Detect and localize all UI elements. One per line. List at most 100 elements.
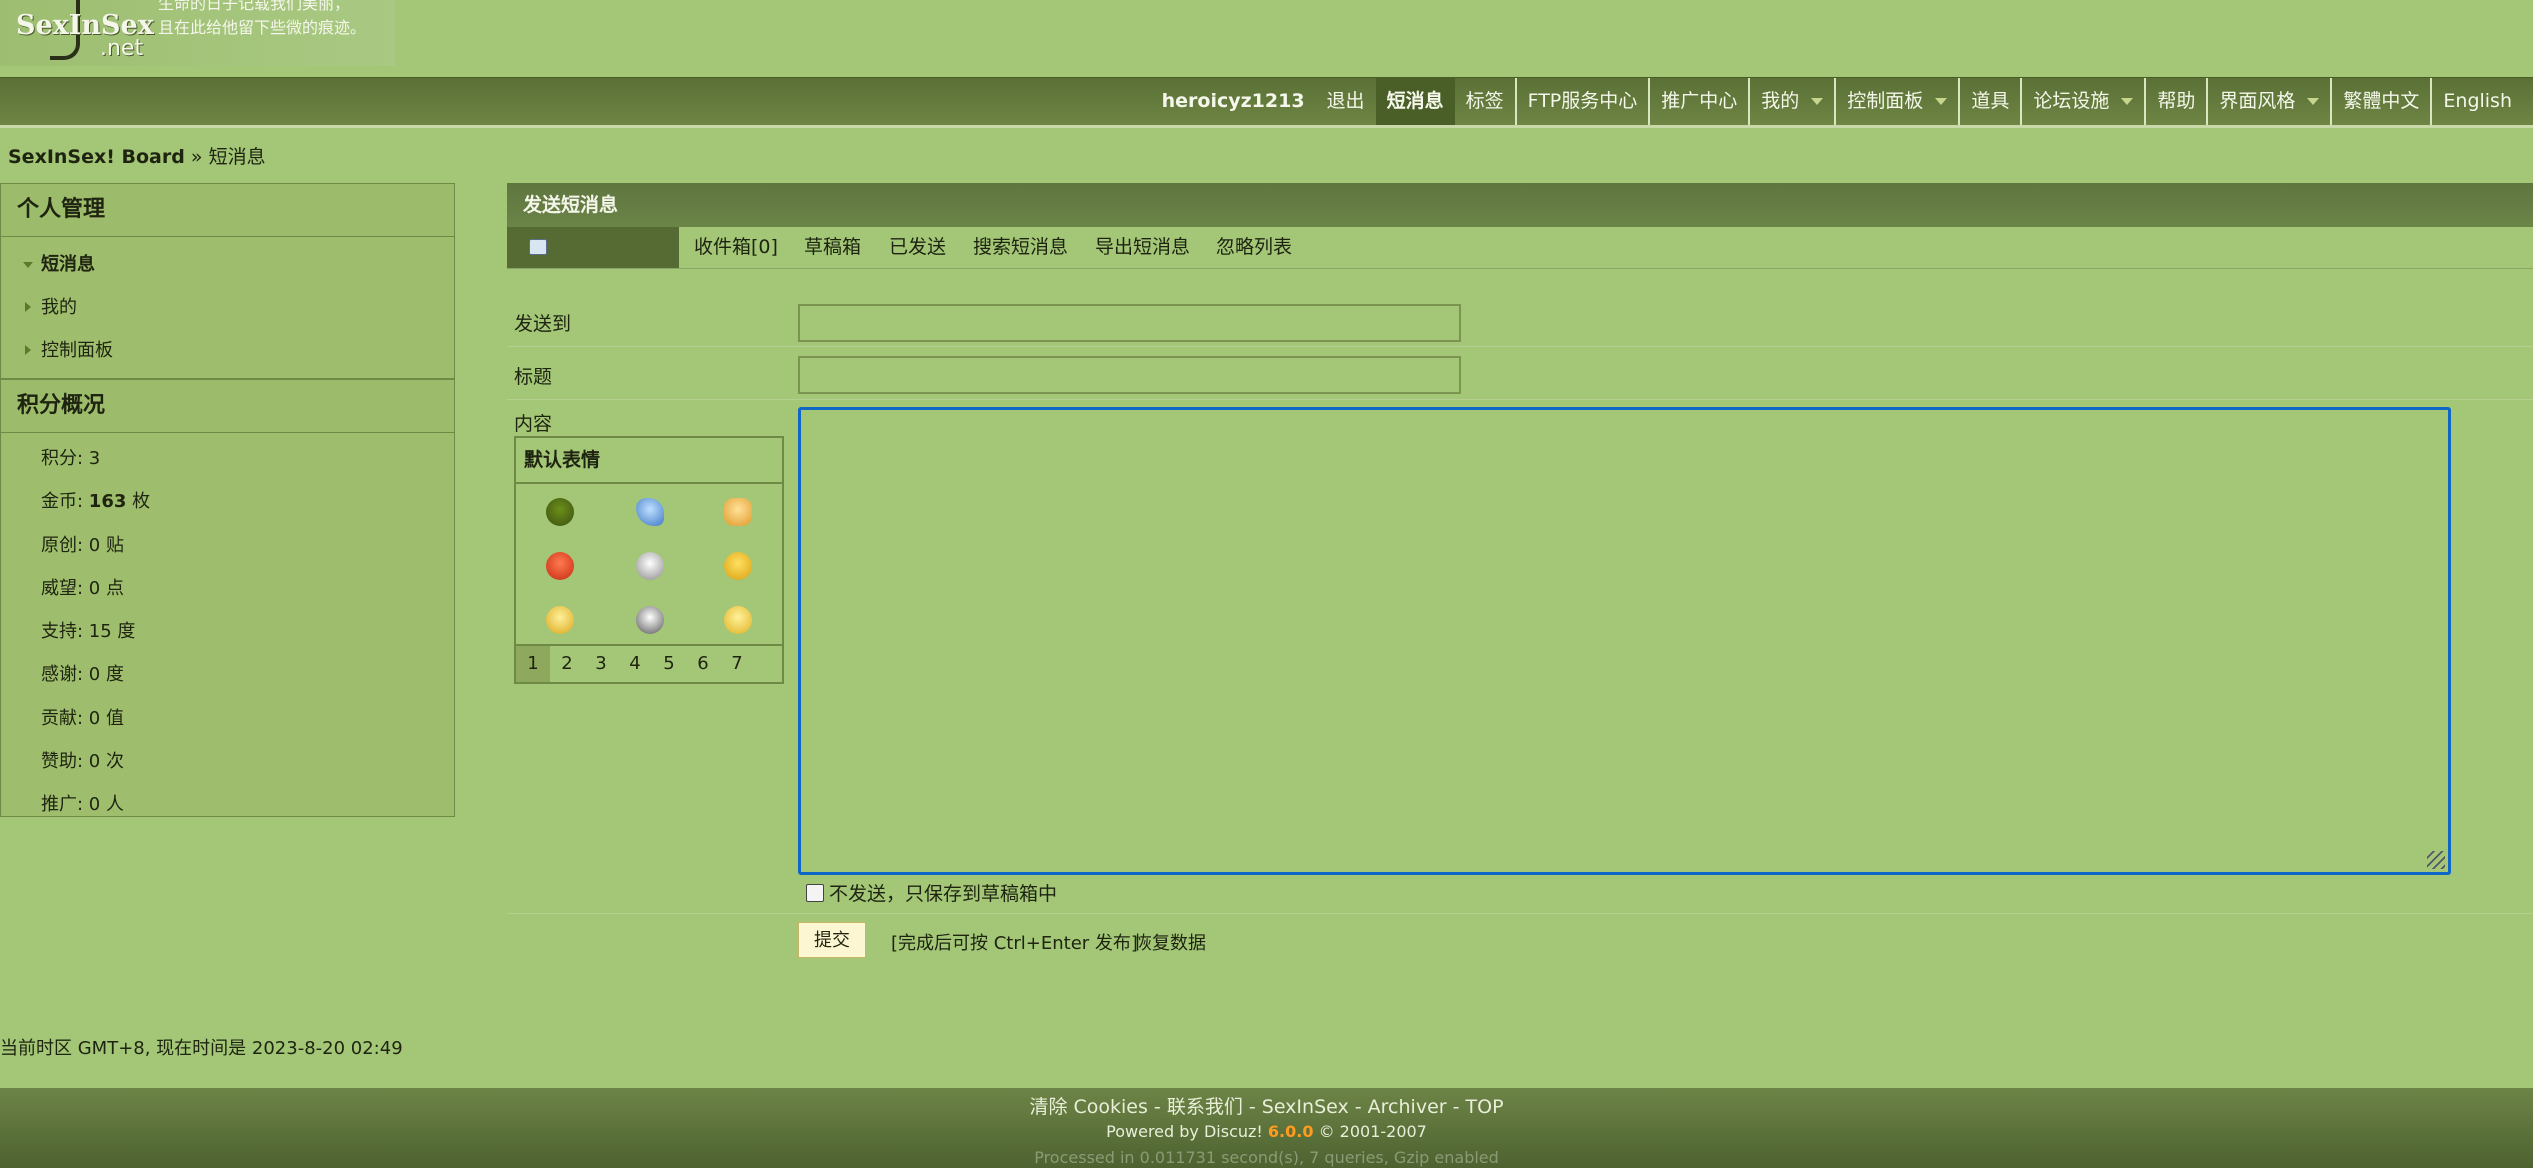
- chevron-down-icon: [1811, 98, 1824, 105]
- logo-slogan: 生命的日子记载我们美丽， 且在此给他留下些微的痕迹。: [158, 0, 366, 40]
- footer-powered: Powered by Discuz! 6.0.0 © 2001-2007: [0, 1122, 2533, 1141]
- nav-tags[interactable]: 标签: [1455, 78, 1515, 125]
- nav-tools[interactable]: 道具: [1958, 78, 2020, 125]
- arrow-down-icon: [23, 262, 33, 268]
- smilies-page-1[interactable]: 1: [516, 646, 550, 682]
- tab-inbox[interactable]: 收件箱[0]: [694, 227, 778, 268]
- stat-prestige: 威望: 0 点: [41, 577, 124, 599]
- envelope-icon: [529, 239, 547, 255]
- subject-input[interactable]: [798, 356, 1461, 394]
- stat-promotion: 推广: 0 人: [41, 794, 124, 816]
- top-navigation: heroicyz1213 退出 短消息 标签 FTP服务中心 推广中心 我的 控…: [0, 77, 2533, 128]
- tab-sent[interactable]: 已发送: [889, 227, 946, 268]
- stat-original: 原创: 0 贴: [41, 534, 124, 556]
- chevron-down-icon: [2121, 98, 2134, 105]
- chevron-down-icon: [2307, 98, 2320, 105]
- send-to-row: 发送到: [507, 295, 2533, 347]
- save-draft-checkbox[interactable]: [806, 883, 824, 902]
- nav-help[interactable]: 帮助: [2144, 78, 2206, 125]
- footer-processed: Processed in 0.011731 second(s), 7 queri…: [1034, 1148, 1499, 1167]
- timezone-info: 当前时区 GMT+8, 现在时间是 2023-8-20 02:49: [0, 1038, 403, 1059]
- stats-title: 积分概况: [1, 378, 454, 433]
- tab-ignore-list[interactable]: 忽略列表: [1216, 227, 1292, 268]
- subject-label: 标题: [514, 366, 553, 388]
- footer-links[interactable]: 清除 Cookies - 联系我们 - SexInSex - Archiver …: [0, 1092, 2533, 1119]
- nav-ftp[interactable]: FTP服务中心: [1514, 78, 1649, 125]
- nav-control-panel[interactable]: 控制面板: [1834, 78, 1958, 125]
- smilies-page-3[interactable]: 3: [584, 646, 618, 682]
- content-label: 内容: [514, 413, 553, 435]
- resize-grip-icon[interactable]: [2427, 851, 2445, 869]
- sidebar-item-messages[interactable]: 短消息: [1, 243, 454, 286]
- nav-logout[interactable]: 退出: [1316, 78, 1376, 125]
- sidebar-item-my[interactable]: 我的: [1, 286, 454, 329]
- submit-button[interactable]: 提交: [798, 922, 866, 958]
- site-logo[interactable]: SexInSex .net 生命的日子记载我们美丽， 且在此给他留下些微的痕迹。: [0, 0, 395, 66]
- nav-english[interactable]: English: [2430, 78, 2523, 125]
- breadcrumb-separator: »: [190, 146, 203, 168]
- submit-hint: [完成后可按 Ctrl+Enter 发布]: [891, 933, 1138, 954]
- sidebar-item-label: 我的: [41, 297, 77, 318]
- sidebar: 个人管理 短消息 我的 控制面板 积分概况 积分: 3 金币: 163 枚 原创…: [0, 183, 455, 817]
- breadcrumb-home[interactable]: SexInSex! Board: [8, 146, 185, 168]
- save-draft-option: 不发送，只保存到草稿箱中: [806, 879, 1057, 906]
- smilies-page-7[interactable]: 7: [720, 646, 754, 682]
- smiley-soldier-icon[interactable]: [546, 498, 574, 526]
- smiley-music-icon[interactable]: [636, 498, 664, 526]
- breadcrumb: SexInSex! Board » 短消息: [8, 142, 266, 169]
- stat-thanks: 感谢: 0 度: [41, 664, 124, 686]
- nav-traditional-chinese[interactable]: 繁體中文: [2330, 78, 2430, 125]
- save-draft-label: 不发送，只保存到草稿箱中: [829, 883, 1058, 905]
- smilies-page-6[interactable]: 6: [686, 646, 720, 682]
- nav-my[interactable]: 我的: [1748, 78, 1834, 125]
- footer-version: 6.0.0: [1267, 1122, 1314, 1141]
- footer-powered-prefix: Powered by Discuz!: [1106, 1122, 1263, 1141]
- message-content-textarea[interactable]: [798, 407, 2451, 875]
- smiley-smug-icon[interactable]: [724, 606, 752, 634]
- tab-compose[interactable]: [507, 227, 679, 268]
- sidebar-item-control-panel[interactable]: 控制面板: [1, 329, 454, 372]
- sidebar-menu: 短消息 我的 控制面板: [1, 237, 454, 378]
- footer: 清除 Cookies - 联系我们 - SexInSex - Archiver …: [0, 1088, 2533, 1168]
- arrow-right-icon: [25, 302, 31, 312]
- smiley-angry-icon[interactable]: [546, 552, 574, 580]
- nav-promotion[interactable]: 推广中心: [1648, 78, 1748, 125]
- smiley-football-icon[interactable]: [636, 606, 664, 634]
- stat-gold-unit: 枚: [126, 491, 151, 513]
- smiley-thumbsup-icon[interactable]: [724, 498, 752, 526]
- sidebar-item-label: 控制面板: [41, 340, 113, 361]
- smilies-panel: 默认表情 1 2 3 4 5 6 7: [514, 436, 784, 684]
- tab-drafts[interactable]: 草稿箱: [804, 227, 861, 268]
- smiley-cool-icon[interactable]: [724, 552, 752, 580]
- nav-control-panel-label: 控制面板: [1847, 90, 1924, 112]
- nav-forum-facilities[interactable]: 论坛设施: [2020, 78, 2144, 125]
- nav-messages[interactable]: 短消息: [1375, 78, 1455, 125]
- smilies-pagination: 1 2 3 4 5 6 7: [516, 644, 782, 682]
- tab-search[interactable]: 搜索短消息: [973, 227, 1068, 268]
- slogan-line-2: 且在此给他留下些微的痕迹。: [158, 18, 367, 37]
- restore-data-link[interactable]: 恢复数据: [1134, 929, 1206, 955]
- smiley-skull-icon[interactable]: [636, 552, 664, 580]
- header: SexInSex .net 生命的日子记载我们美丽， 且在此给他留下些微的痕迹。: [0, 0, 2533, 77]
- smiley-angel-icon[interactable]: [546, 606, 574, 634]
- smilies-page-4[interactable]: 4: [618, 646, 652, 682]
- stat-gold: 金币: 163 枚: [1, 480, 454, 523]
- nav-styles-label: 界面风格: [2219, 90, 2296, 112]
- send-to-input[interactable]: [798, 304, 1461, 342]
- smilies-title: 默认表情: [516, 438, 782, 484]
- slogan-line-1: 生命的日子记载我们美丽，: [158, 0, 351, 13]
- stat-gold-value: 163: [88, 491, 127, 513]
- footer-copyright: © 2001-2007: [1318, 1122, 1427, 1141]
- nav-username[interactable]: heroicyz1213: [1151, 78, 1316, 125]
- stat-contribution: 贡献: 0 值: [41, 707, 124, 729]
- stat-support: 支持: 15 度: [41, 621, 136, 643]
- breadcrumb-current: 短消息: [208, 146, 266, 168]
- nav-styles[interactable]: 界面风格: [2206, 78, 2330, 125]
- separator: [507, 913, 2533, 914]
- nav-my-label: 我的: [1761, 90, 1800, 112]
- smilies-page-2[interactable]: 2: [550, 646, 584, 682]
- smilies-page-5[interactable]: 5: [652, 646, 686, 682]
- message-tabs: 收件箱[0] 草稿箱 已发送 搜索短消息 导出短消息 忽略列表: [507, 227, 2533, 269]
- tab-export[interactable]: 导出短消息: [1095, 227, 1190, 268]
- main-panel: 发送短消息 收件箱[0] 草稿箱 已发送 搜索短消息 导出短消息 忽略列表 发送…: [507, 183, 2533, 958]
